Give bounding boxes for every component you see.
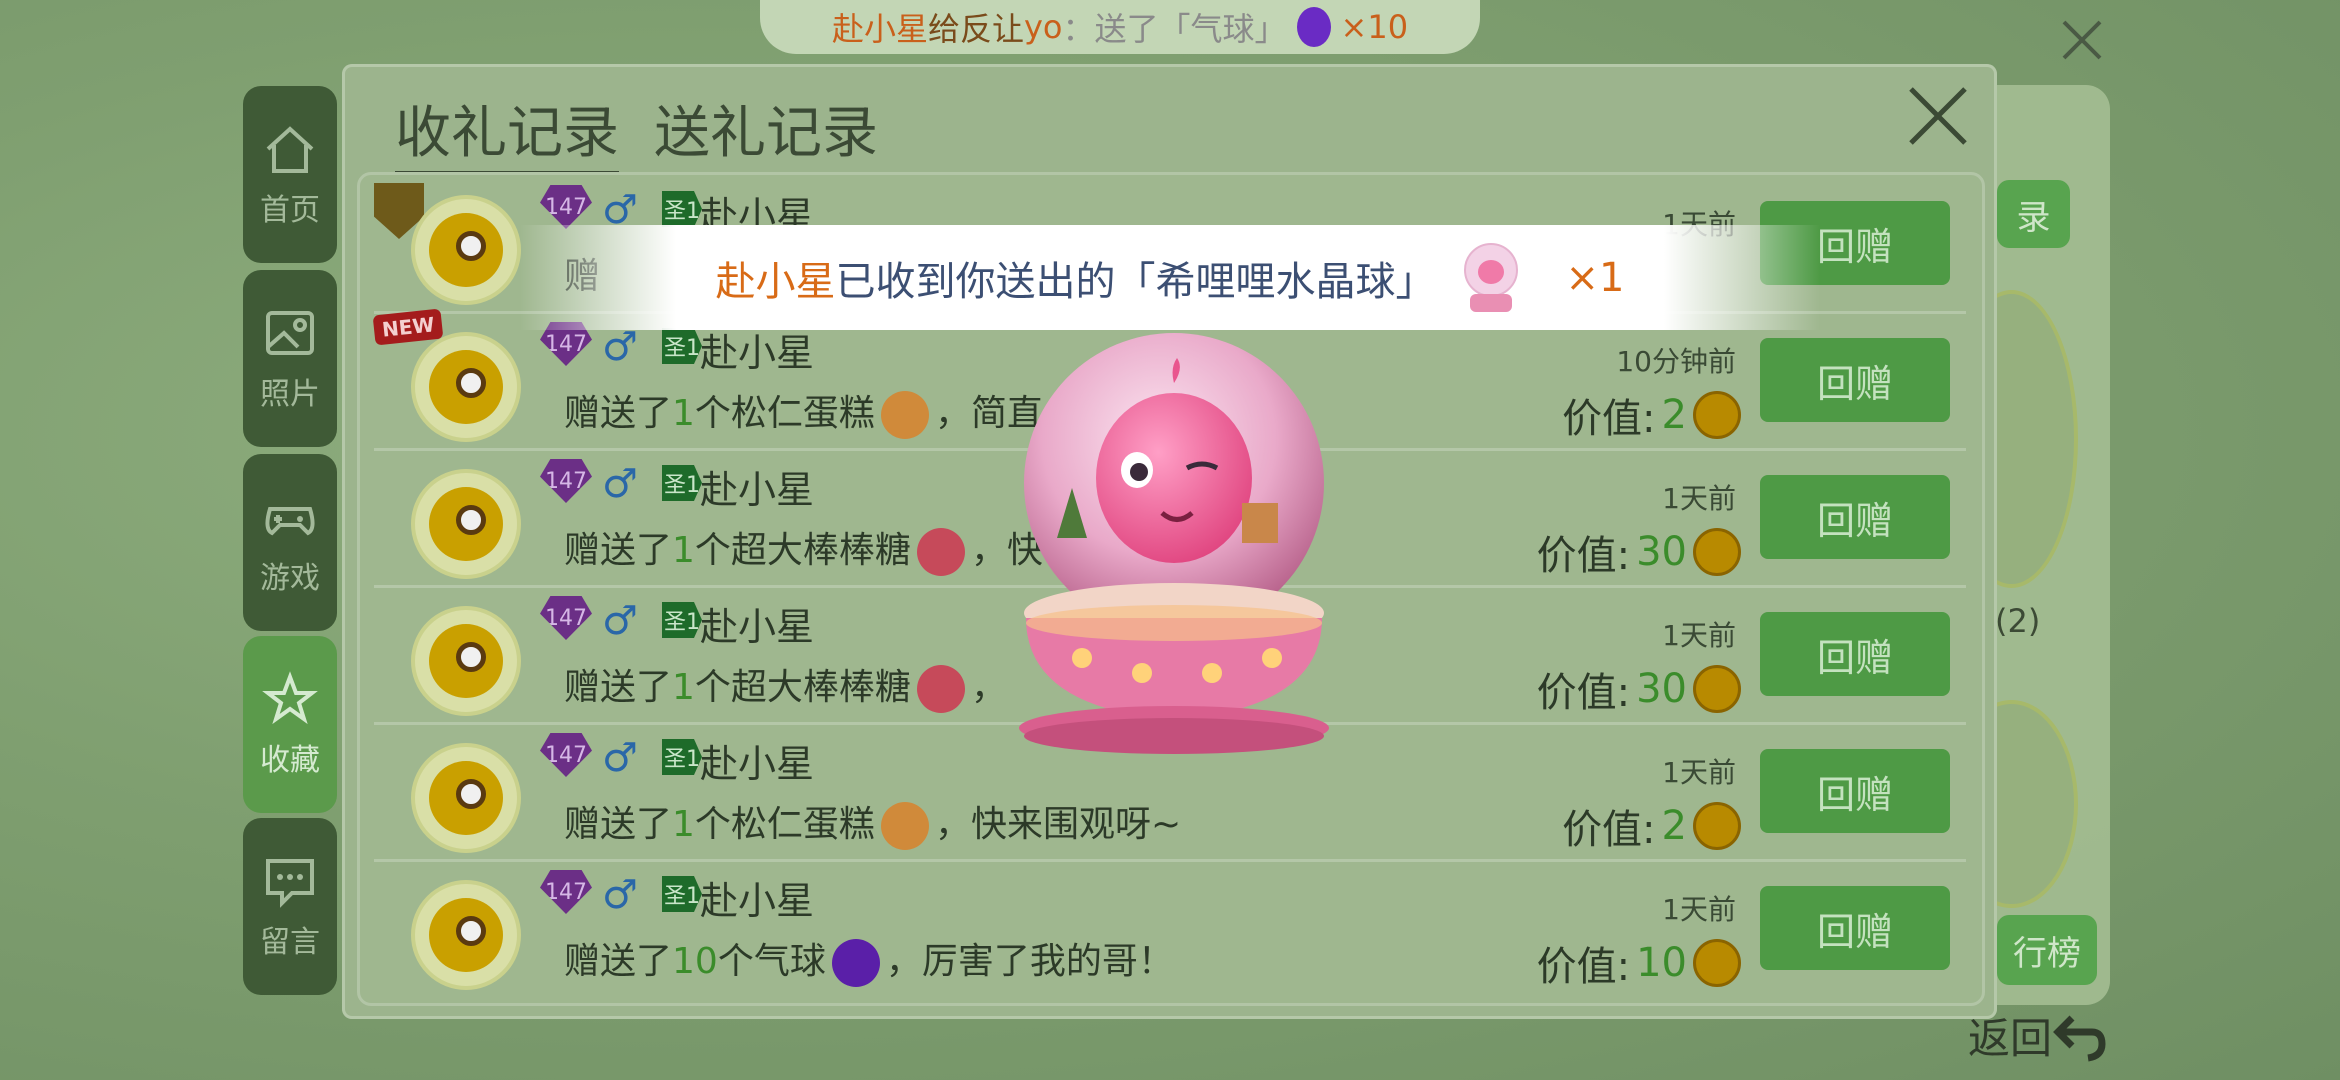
avatar[interactable] — [411, 469, 521, 579]
close-icon[interactable] — [1907, 85, 1969, 147]
star-icon — [262, 670, 318, 724]
level-badge: 147 — [540, 185, 592, 229]
gender-male-icon: ♂ — [602, 324, 638, 370]
nav-label: 照片 — [260, 376, 320, 412]
background-rank-button: 行榜 — [1997, 915, 2097, 985]
title-badge: 圣1 — [662, 602, 702, 638]
nav-label: 游戏 — [260, 560, 320, 596]
photo-icon — [266, 310, 314, 355]
list-item: 147 ♂ 圣1 赴小星 赠送了10个气球 ，厉害了我的哥！ 1天前 价值: 10 … — [374, 860, 1966, 996]
coin-icon — [1693, 939, 1741, 987]
gift-description: 赠送了1个超大棒棒糖， — [564, 658, 1007, 713]
nav-item-games[interactable]: 游戏 — [243, 454, 337, 631]
nav-item-photos[interactable]: 照片 — [243, 270, 337, 447]
nav-label: 首页 — [260, 192, 320, 228]
balloon-icon — [1296, 7, 1331, 47]
new-badge: NEW — [372, 308, 444, 346]
cake-icon — [880, 802, 929, 850]
coin-icon — [1693, 802, 1741, 850]
level-badge: 147 — [540, 596, 592, 640]
record-tabs: 收礼记录 送礼记录 — [395, 88, 878, 176]
top-gift-banner: 赴小星 给反让 yo ： 送了「气球」 ×10 — [760, 0, 1480, 54]
notice-text: 已收到你送出的「希哩哩水晶球」 — [835, 258, 1436, 305]
notice-sender: 赴小星 — [715, 258, 836, 305]
coin-icon — [1693, 528, 1741, 576]
home-icon — [266, 125, 314, 173]
level-badge: 147 — [540, 459, 592, 503]
nav-label: 留言 — [260, 924, 320, 960]
avatar[interactable] — [411, 743, 521, 853]
level-badge: 147 — [540, 733, 592, 777]
timestamp: 1天前 — [1662, 756, 1736, 789]
nav-item-messages[interactable]: 留言 — [243, 818, 337, 995]
user-name[interactable]: 赴小星 — [700, 733, 814, 788]
banner-count: ×10 — [1340, 8, 1409, 46]
level-badge: 147 — [540, 870, 592, 914]
gift-description: 赠送了1个松仁蛋糕 ，快来围观呀~ — [564, 795, 1181, 850]
gift-value: 价值: 2 — [1562, 797, 1741, 855]
title-badge: 圣1 — [662, 191, 702, 227]
gift-received-notice: 赴小星 已收到你送出的「希哩哩水晶球」 ×1 — [520, 225, 1820, 330]
message-icon — [266, 858, 314, 908]
return-gift-button[interactable]: 回赠 — [1760, 475, 1950, 559]
nav-item-home[interactable]: 首页 — [243, 86, 337, 263]
background-count-text: (2) — [1995, 602, 2041, 640]
title-badge: 圣1 — [662, 465, 702, 501]
background-record-button: 录 — [1997, 180, 2070, 248]
gift-value: 价值: 2 — [1562, 386, 1741, 444]
banner-receiver: yo — [1023, 8, 1063, 46]
lollipop-icon — [916, 665, 965, 713]
return-gift-button[interactable]: 回赠 — [1760, 612, 1950, 696]
gift-description: 赠送了1个超大棒棒糖 ，快 — [564, 521, 1043, 576]
user-name[interactable]: 赴小星 — [700, 596, 814, 651]
gift-value: 价值: 10 — [1537, 934, 1741, 992]
crystal-ball-icon — [1463, 242, 1518, 312]
return-gift-button[interactable]: 回赠 — [1760, 749, 1950, 833]
timestamp: 1天前 — [1662, 619, 1736, 652]
gift-description: 赠送了1个松仁蛋糕 ，简直 — [564, 384, 1043, 439]
return-gift-button[interactable]: 回赠 — [1760, 338, 1950, 422]
tab-received[interactable]: 收礼记录 — [395, 88, 619, 176]
nav-label: 收藏 — [260, 742, 320, 778]
user-name[interactable]: 赴小星 — [700, 870, 814, 925]
coin-icon — [1693, 391, 1741, 439]
outer-close-icon[interactable] — [2060, 18, 2104, 62]
timestamp: 1天前 — [1662, 482, 1736, 515]
gift-description: 赠送了10个气球 ，厉害了我的哥！ — [564, 932, 1174, 987]
gender-male-icon: ♂ — [602, 735, 638, 781]
gamepad-icon — [265, 506, 315, 535]
banner-sender: 赴小星 — [831, 10, 928, 48]
avatar[interactable] — [411, 332, 521, 442]
nav-item-favorites[interactable]: 收藏 — [243, 636, 337, 813]
avatar[interactable] — [411, 195, 521, 305]
banner-action: 送了「气球」 — [1094, 10, 1287, 48]
title-badge: 圣1 — [662, 328, 702, 364]
gift-value: 价值: 30 — [1537, 523, 1741, 581]
gift-value: 价值: 30 — [1537, 660, 1741, 718]
user-name[interactable]: 赴小星 — [700, 322, 814, 377]
return-gift-button[interactable]: 回赠 — [1760, 886, 1950, 970]
tab-sent[interactable]: 送礼记录 — [654, 88, 878, 176]
title-badge: 圣1 — [662, 876, 702, 912]
gender-male-icon: ♂ — [602, 872, 638, 918]
avatar[interactable] — [411, 606, 521, 716]
user-name[interactable]: 赴小星 — [700, 459, 814, 514]
gender-male-icon: ♂ — [602, 461, 638, 507]
crystal-ball-icon — [1019, 333, 1329, 754]
title-badge: 圣1 — [662, 739, 702, 775]
balloon-icon — [831, 939, 880, 987]
gender-male-icon: ♂ — [602, 598, 638, 644]
timestamp: 1天前 — [1662, 893, 1736, 926]
back-arrow-icon — [2053, 1015, 2106, 1061]
coin-icon — [1693, 665, 1741, 713]
avatar[interactable] — [411, 880, 521, 990]
timestamp: 10分钟前 — [1616, 345, 1736, 378]
cake-icon — [880, 391, 929, 439]
lollipop-icon — [916, 528, 965, 576]
banner-sep: ： — [1062, 10, 1095, 48]
banner-mid: 给反让 — [927, 10, 1024, 48]
notice-multiplier: ×1 — [1565, 254, 1625, 301]
